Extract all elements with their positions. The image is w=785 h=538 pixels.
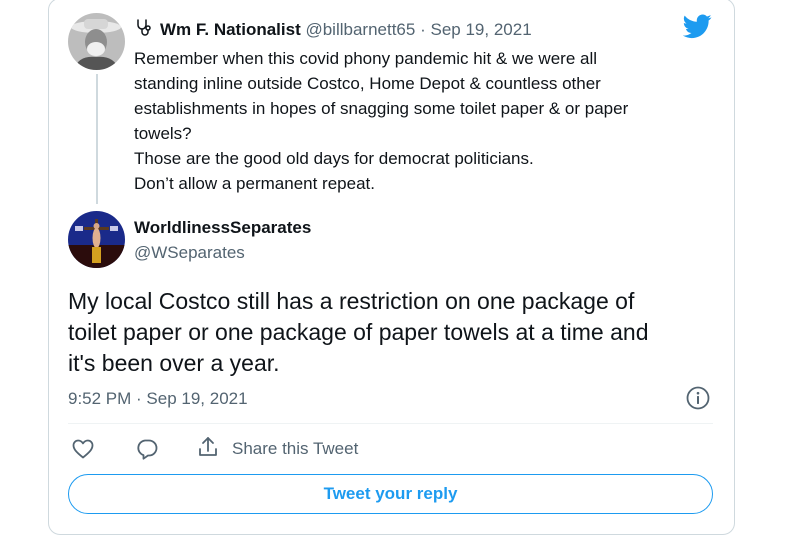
info-icon[interactable] <box>685 385 711 411</box>
heart-icon <box>71 439 95 465</box>
reply-text-line: it's been over a year. <box>68 350 280 376</box>
quoted-text-line: towels? <box>134 124 192 143</box>
twitter-logo-icon[interactable] <box>682 14 712 39</box>
like-button[interactable] <box>71 437 95 461</box>
quoted-text-line: Those are the good old days for democrat… <box>134 149 534 168</box>
quoted-text-line: Remember when this covid phony pandemic … <box>134 49 598 68</box>
quoted-tweet-date[interactable]: Sep 19, 2021 <box>431 20 532 39</box>
quoted-text-line: standing inline outside Costco, Home Dep… <box>134 74 601 93</box>
share-button[interactable]: Share this Tweet <box>196 435 359 464</box>
reply-author-handle[interactable]: @WSeparates <box>134 243 245 263</box>
quoted-text-line: Don’t allow a permanent repeat. <box>134 174 375 193</box>
quoted-tweet-header: Wm F. Nationalist @billbarnett65 · Sep 1… <box>134 18 532 43</box>
quoted-tweet-text: Remember when this covid phony pandemic … <box>134 46 694 196</box>
quoted-author-name[interactable]: Wm F. Nationalist <box>160 20 301 39</box>
quoted-author-handle[interactable]: @billbarnett65 <box>305 20 415 39</box>
tweet-your-reply-button[interactable]: Tweet your reply <box>68 474 713 514</box>
stethoscope-icon <box>134 18 154 43</box>
reply-timestamp[interactable]: 9:52 PM · Sep 19, 2021 <box>68 389 248 409</box>
avatar-worldlinessseparates[interactable] <box>68 211 125 268</box>
share-label: Share this Tweet <box>232 439 359 458</box>
reply-text-line: toilet paper or one package of paper tow… <box>68 319 649 345</box>
avatar-wm-f-nationalist[interactable] <box>68 13 125 70</box>
meta-separator: · <box>420 20 426 39</box>
share-icon <box>196 435 220 464</box>
reply-author-name[interactable]: WorldlinessSeparates <box>134 218 311 238</box>
reply-button[interactable] <box>135 437 159 461</box>
reply-icon <box>135 439 159 465</box>
reply-text-line: My local Costco still has a restriction … <box>68 288 635 314</box>
actions-divider <box>68 423 713 424</box>
thread-connector-line <box>96 74 98 204</box>
quoted-text-line: establishments in hopes of snagging some… <box>134 99 629 118</box>
reply-tweet-text: My local Costco still has a restriction … <box>68 286 718 379</box>
